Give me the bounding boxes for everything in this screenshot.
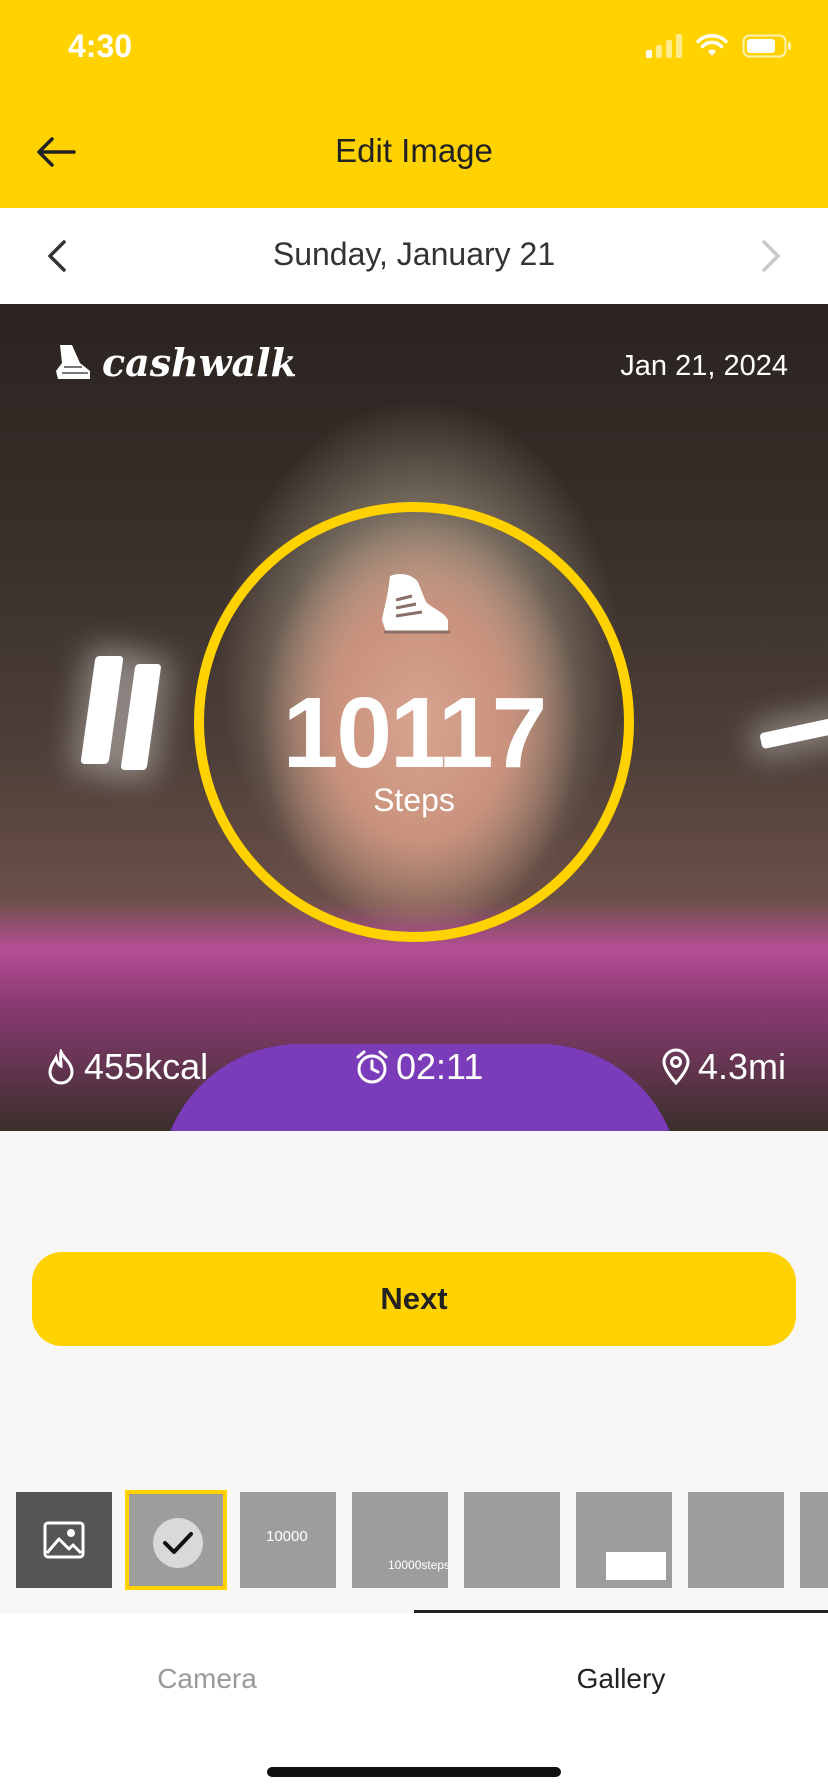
bottom-tabs: Camera Gallery bbox=[0, 1613, 828, 1792]
wifi-icon bbox=[696, 34, 728, 58]
calories-value: 455kcal bbox=[84, 1046, 209, 1087]
template-strip[interactable]: 10000 10000steps bbox=[0, 1490, 828, 1590]
template-thumb[interactable] bbox=[576, 1492, 672, 1588]
checkmark-icon bbox=[153, 1518, 203, 1568]
next-button[interactable]: Next bbox=[32, 1252, 796, 1346]
calories-stat: 455kcal bbox=[44, 1046, 208, 1088]
header-bar: 4:30 Edit Image bbox=[0, 0, 828, 208]
status-icons bbox=[646, 34, 792, 58]
distance-value: 4.3mi bbox=[698, 1046, 787, 1087]
home-indicator bbox=[267, 1767, 561, 1777]
flame-icon bbox=[48, 1049, 74, 1085]
image-icon bbox=[43, 1521, 85, 1559]
location-pin-icon bbox=[662, 1048, 690, 1086]
duration-value: 02:11 bbox=[396, 1046, 484, 1087]
template-thumb-selected[interactable] bbox=[125, 1490, 227, 1590]
next-date-chevron-icon[interactable] bbox=[750, 234, 790, 278]
photo-preview: cashwalk Jan 21, 2024 10117 Steps 455kca… bbox=[0, 304, 828, 1131]
shoe-logo-icon bbox=[56, 344, 90, 379]
sneaker-icon bbox=[372, 566, 456, 650]
template-thumb-text: 10000steps bbox=[388, 1558, 448, 1572]
page-title: Edit Image bbox=[335, 132, 493, 169]
template-thumb[interactable] bbox=[800, 1492, 828, 1588]
steps-count: 10117 bbox=[282, 677, 548, 789]
status-time: 4:30 bbox=[68, 28, 133, 64]
current-date: Sunday, January 21 bbox=[272, 236, 556, 272]
cellular-signal-icon bbox=[646, 34, 682, 58]
cashwalk-logo: cashwalk bbox=[50, 340, 297, 385]
gallery-picker-thumb[interactable] bbox=[16, 1492, 112, 1588]
steps-label: Steps bbox=[373, 782, 455, 818]
template-thumb[interactable]: 10000steps bbox=[352, 1492, 448, 1588]
duration-stat: 02:11 bbox=[354, 1046, 483, 1088]
alarm-clock-icon bbox=[356, 1050, 388, 1084]
template-thumb-text: 10000 bbox=[266, 1528, 308, 1545]
battery-icon bbox=[742, 34, 792, 58]
template-thumb[interactable]: 10000 bbox=[240, 1492, 336, 1588]
brand-name: cashwalk bbox=[102, 340, 297, 385]
tab-camera[interactable]: Camera bbox=[0, 1663, 414, 1695]
photo-date: Jan 21, 2024 bbox=[620, 350, 788, 382]
distance-stat: 4.3mi bbox=[660, 1046, 786, 1088]
template-thumb[interactable] bbox=[688, 1492, 784, 1588]
template-thumb-card bbox=[606, 1552, 666, 1580]
date-navigator: Sunday, January 21 bbox=[0, 208, 828, 304]
tab-gallery[interactable]: Gallery bbox=[414, 1663, 828, 1695]
template-thumb[interactable] bbox=[464, 1492, 560, 1588]
